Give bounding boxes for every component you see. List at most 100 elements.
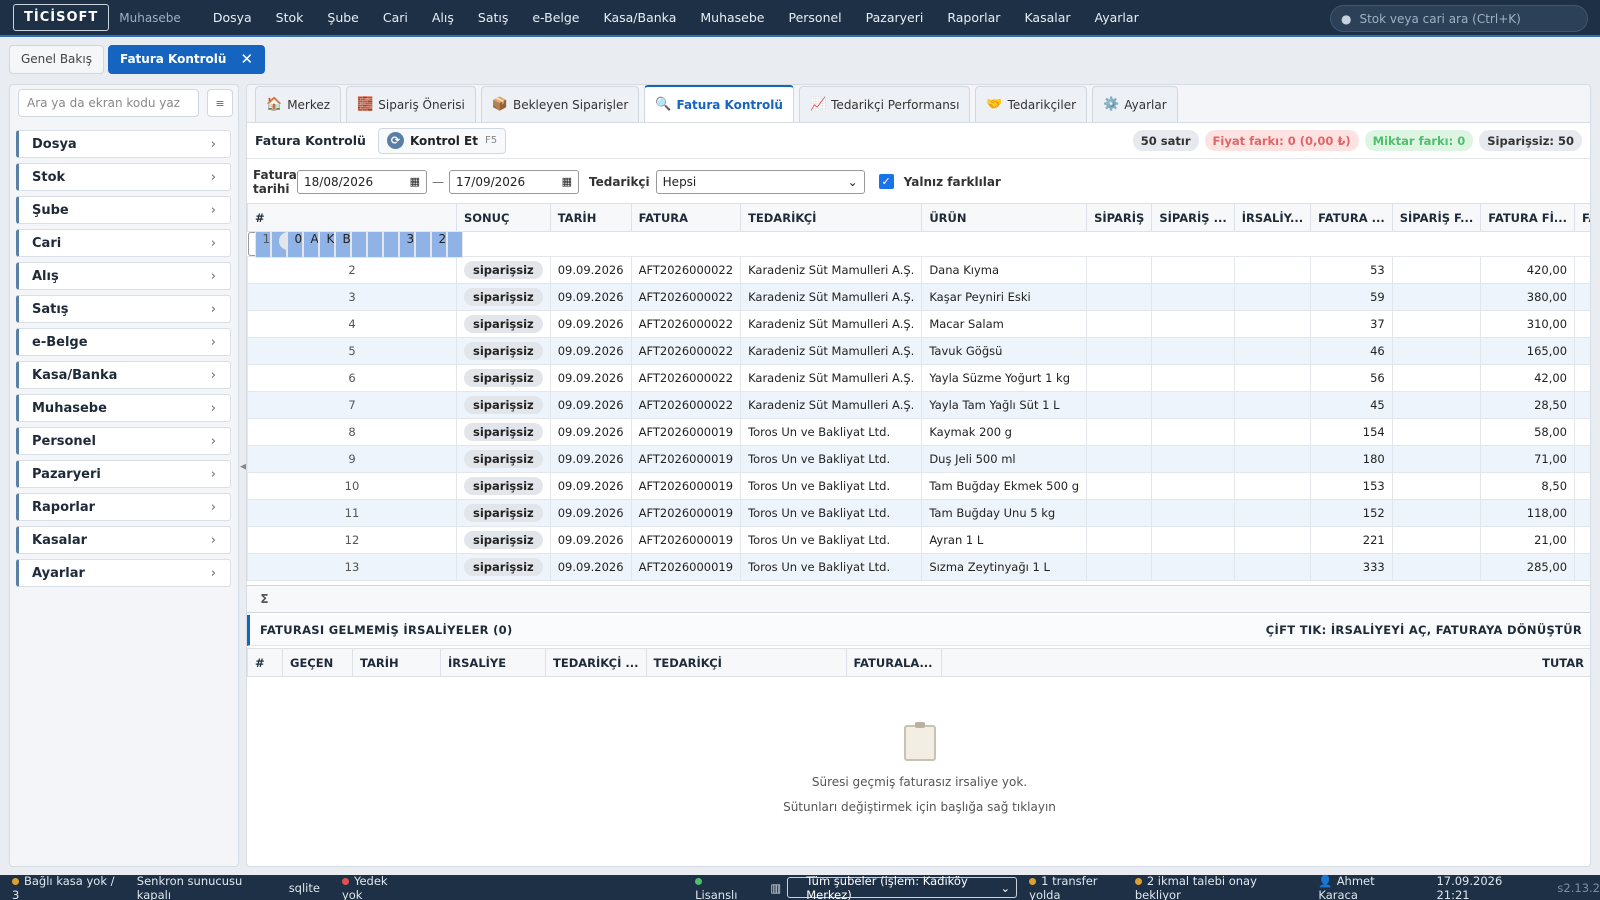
table-cell[interactable]: Dana Kıyma xyxy=(921,256,1088,284)
col-header[interactable]: TEDARİKÇİ xyxy=(740,203,923,232)
table-cell[interactable]: Kaşar Peyniri Eski xyxy=(921,283,1088,311)
table-cell[interactable] xyxy=(1233,337,1312,365)
col-header[interactable]: ÜRÜN xyxy=(921,203,1088,232)
table-cell[interactable]: 153 xyxy=(1310,472,1393,500)
table-cell[interactable]: AFT2026000022 xyxy=(302,230,319,258)
table-cell[interactable]: 310,00 xyxy=(1480,310,1576,338)
calendar-icon[interactable]: ▦ xyxy=(410,175,420,188)
sidebar-item-satis[interactable]: Satış › xyxy=(16,295,231,323)
table-cell[interactable] xyxy=(1086,418,1153,446)
only-diff-checkbox[interactable]: ✓ xyxy=(878,174,894,189)
table-cell[interactable]: siparişsiz xyxy=(270,230,287,258)
table-cell[interactable]: 53 xyxy=(1310,256,1393,284)
table-cell[interactable]: 154 xyxy=(1310,418,1393,446)
tab-ayarlar[interactable]: ⚙️ Ayarlar xyxy=(1092,86,1178,122)
table-cell[interactable]: AFT2026000022 xyxy=(630,256,742,284)
table-row[interactable]: 12 siparişsiz 09.09.2026 AFT2026000019 Toros… xyxy=(247,526,1590,554)
table-cell[interactable] xyxy=(1151,499,1235,527)
table-cell[interactable]: 09.09.2026 xyxy=(549,526,632,554)
table-cell[interactable] xyxy=(1086,310,1153,338)
table-cell[interactable]: 09.09.2026 xyxy=(549,445,632,473)
table-cell[interactable] xyxy=(1233,364,1312,392)
col-header[interactable]: TUTAR xyxy=(940,648,1590,677)
sidebar-item-cari[interactable]: Cari › xyxy=(16,229,231,257)
table-cell[interactable]: 2 xyxy=(247,256,457,284)
table-row[interactable]: 2 siparişsiz 09.09.2026 AFT2026000022 Karade… xyxy=(247,256,1590,284)
table-cell[interactable]: Tam Buğday Unu 5 kg xyxy=(921,499,1088,527)
table-cell[interactable]: AFT2026000019 xyxy=(630,553,742,581)
table-cell[interactable] xyxy=(382,230,399,258)
branch-select[interactable]: Tüm şubeler (işlem: Kadıköy Merkez) ⌄ xyxy=(787,874,1018,900)
table-cell[interactable]: 420,00 xyxy=(1480,256,1576,284)
table-cell[interactable]: siparişsiz xyxy=(456,310,551,338)
table-cell[interactable] xyxy=(1086,526,1153,554)
table-cell[interactable]: Sızma Zeytinyağı 1 L xyxy=(921,553,1088,581)
menu-item-pazaryeri[interactable]: Pazaryeri xyxy=(854,10,936,25)
table-cell[interactable]: Toros Un ve Bakliyat Ltd. xyxy=(740,472,923,500)
table-cell[interactable]: 71,00 xyxy=(1480,445,1576,473)
table-cell[interactable] xyxy=(1391,499,1482,527)
table-cell[interactable]: 42,00 xyxy=(1480,364,1576,392)
menu-item-sube[interactable]: Şube xyxy=(315,10,370,25)
table-cell[interactable]: 165,00 xyxy=(1480,337,1576,365)
table-cell[interactable]: Tavuk Göğsü xyxy=(921,337,1088,365)
col-header[interactable]: SONUÇ xyxy=(456,203,551,232)
table-cell[interactable]: 37 xyxy=(1310,310,1393,338)
table-cell[interactable] xyxy=(1151,310,1235,338)
table-cell[interactable] xyxy=(1151,526,1235,554)
table-cell[interactable]: AFT2026000019 xyxy=(630,445,742,473)
table-cell[interactable] xyxy=(1574,391,1590,419)
table-cell[interactable]: Karadeniz Süt Mamulleri A.Ş. xyxy=(740,337,923,365)
table-cell[interactable] xyxy=(1233,526,1312,554)
table-cell[interactable]: 09.09.2026 xyxy=(286,230,303,258)
table-cell[interactable] xyxy=(1574,553,1590,581)
menu-item-dosya[interactable]: Dosya xyxy=(201,10,264,25)
table-cell[interactable]: siparişsiz xyxy=(456,283,551,311)
table-cell[interactable] xyxy=(1086,283,1153,311)
table-cell[interactable] xyxy=(1391,337,1482,365)
table-cell[interactable] xyxy=(1391,445,1482,473)
table-cell[interactable]: 245,00 xyxy=(430,230,447,258)
table-cell[interactable] xyxy=(1151,553,1235,581)
table-cell[interactable]: Karadeniz Süt Mamulleri A.Ş. xyxy=(740,256,923,284)
close-icon[interactable]: ✕ xyxy=(240,50,253,68)
table-cell[interactable]: 333 xyxy=(1310,553,1393,581)
table-cell[interactable]: 4 xyxy=(247,310,457,338)
calendar-icon[interactable]: ▦ xyxy=(562,175,572,188)
table-cell[interactable]: 09.09.2026 xyxy=(549,256,632,284)
table-cell[interactable]: 13 xyxy=(247,553,457,581)
tab-bekleyen-siparisler[interactable]: 📦 Bekleyen Siparişler xyxy=(480,86,640,122)
table-cell[interactable] xyxy=(1574,445,1590,473)
col-header[interactable]: TEDARİKÇİ xyxy=(645,648,847,677)
date-from-input[interactable]: 18/08/2026 ▦ xyxy=(297,169,427,194)
table-cell[interactable] xyxy=(1391,283,1482,311)
table-cell[interactable] xyxy=(350,230,367,258)
sidebar-item-alis[interactable]: Alış › xyxy=(16,262,231,290)
table-cell[interactable]: 45 xyxy=(1310,391,1393,419)
table-cell[interactable]: 221 xyxy=(1310,526,1393,554)
table-cell[interactable] xyxy=(1574,283,1590,311)
tab-fatura-kontrolu[interactable]: Fatura Kontrolü ✕ xyxy=(107,44,266,74)
table-cell[interactable]: Toros Un ve Bakliyat Ltd. xyxy=(740,418,923,446)
table-row[interactable]: 11 siparişsiz 09.09.2026 AFT2026000019 Toros… xyxy=(247,499,1590,527)
table-cell[interactable] xyxy=(1151,283,1235,311)
sidebar-item-kasa-banka[interactable]: Kasa/Banka › xyxy=(16,361,231,389)
table-cell[interactable]: 11 xyxy=(247,499,457,527)
sidebar-item-dosya[interactable]: Dosya › xyxy=(16,130,231,158)
table-cell[interactable] xyxy=(1233,283,1312,311)
table-cell[interactable]: AFT2026000019 xyxy=(630,472,742,500)
table-cell[interactable]: AFT2026000022 xyxy=(630,364,742,392)
col-header[interactable]: FATURA Fİ... xyxy=(1480,203,1576,232)
table-cell[interactable]: AFT2026000019 xyxy=(630,499,742,527)
table-cell[interactable]: 32 xyxy=(398,230,415,258)
table-cell[interactable] xyxy=(1233,499,1312,527)
table-cell[interactable]: 58,00 xyxy=(1480,418,1576,446)
col-header[interactable]: TARİH xyxy=(549,203,632,232)
sidebar-item-pazaryeri[interactable]: Pazaryeri › xyxy=(16,460,231,488)
col-header[interactable]: # xyxy=(247,648,283,677)
table-cell[interactable] xyxy=(1574,526,1590,554)
table-cell[interactable]: 180 xyxy=(1310,445,1393,473)
user-status[interactable]: 👤 Ahmet Karaca xyxy=(1318,874,1408,900)
table-cell[interactable]: Kaymak 200 g xyxy=(921,418,1088,446)
table-row[interactable]: 3 siparişsiz 09.09.2026 AFT2026000022 Karade… xyxy=(247,283,1590,311)
